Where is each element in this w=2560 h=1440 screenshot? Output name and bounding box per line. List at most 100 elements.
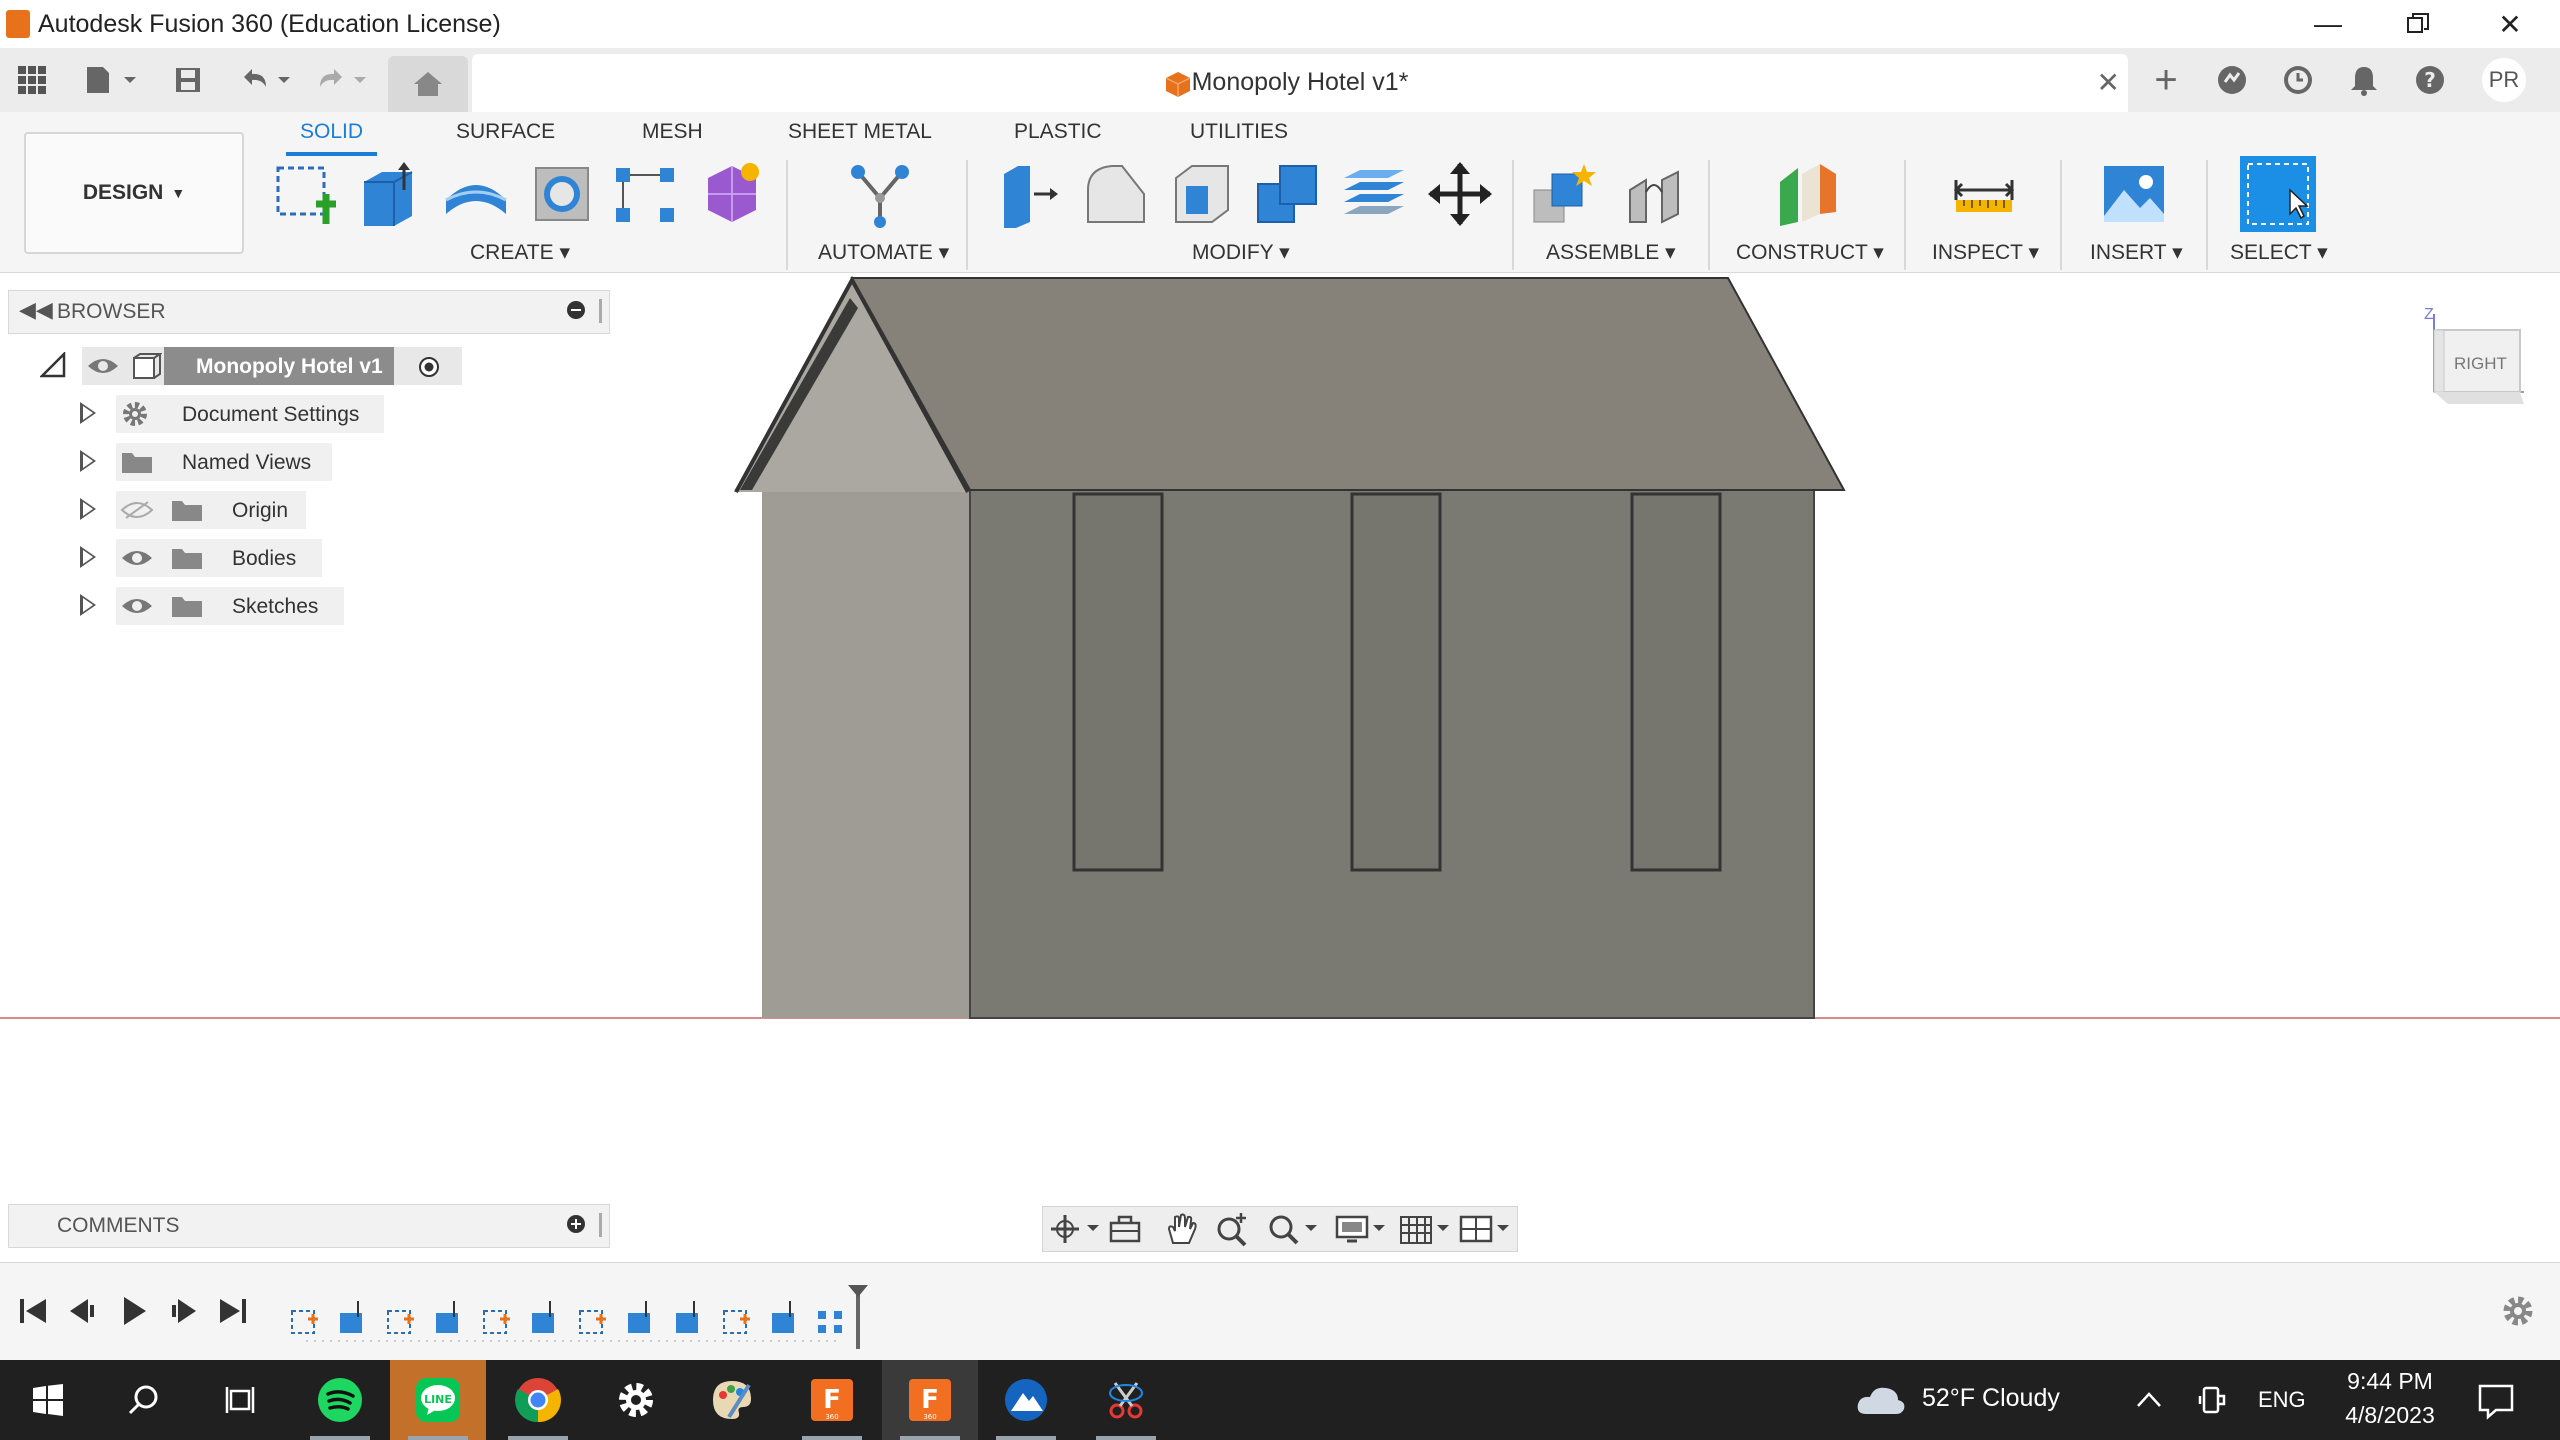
viewcube[interactable]: Z RIGHT [2424, 306, 2534, 422]
clock-date[interactable]: 4/8/2023 [2336, 1402, 2444, 1429]
visibility-eye-icon[interactable] [86, 356, 120, 376]
offset-plane-icon[interactable] [1772, 160, 1840, 228]
visibility-eye-icon[interactable] [120, 596, 154, 616]
combine-icon[interactable] [1254, 160, 1322, 228]
line-taskbar-app[interactable]: LINE [390, 1360, 486, 1440]
document-tab[interactable]: Monopoly Hotel v1* ✕ [472, 54, 2128, 112]
go-to-end-icon[interactable] [216, 1293, 252, 1329]
weather-cloud-icon[interactable] [1856, 1382, 1906, 1418]
extrude-icon[interactable] [356, 160, 424, 228]
redo-icon[interactable] [312, 60, 372, 100]
fit-window-zoom-icon[interactable] [1265, 1211, 1321, 1247]
fillet-icon[interactable] [1082, 160, 1150, 228]
collapse-browser-icon[interactable]: ◀◀ [19, 297, 53, 323]
visibility-eye-icon[interactable] [120, 548, 154, 568]
expanded-triangle-icon[interactable] [40, 352, 66, 378]
data-panel-grid-icon[interactable] [12, 60, 52, 100]
insert-image-icon[interactable] [2100, 160, 2168, 228]
inspect-group-label[interactable]: INSPECT ▾ [1932, 240, 2039, 265]
modify-group-label[interactable]: MODIFY ▾ [1192, 240, 1290, 265]
fusion-360-active-taskbar-app[interactable]: F 360 [882, 1360, 978, 1440]
select-group-label[interactable]: SELECT ▾ [2230, 240, 2328, 265]
search-button[interactable] [96, 1360, 192, 1440]
tab-utilities[interactable]: UTILITIES [1190, 120, 1288, 144]
tab-solid[interactable]: SOLID [285, 120, 378, 156]
offset-face-icon[interactable] [1340, 160, 1408, 228]
comments-panel-header[interactable]: COMMENTS [8, 1204, 610, 1248]
browser-root-row[interactable]: Monopoly Hotel v1 [82, 347, 462, 385]
browser-panel-header[interactable]: ◀◀ BROWSER [8, 290, 610, 334]
orbit-icon[interactable] [1047, 1211, 1103, 1247]
move-copy-icon[interactable] [1426, 160, 1494, 228]
user-avatar[interactable]: PR [2482, 58, 2526, 102]
close-tab-icon[interactable]: ✕ [2097, 66, 2120, 99]
input-language[interactable]: ENG [2258, 1387, 2306, 1413]
press-pull-icon[interactable] [996, 160, 1064, 228]
shell-icon[interactable] [1168, 160, 1236, 228]
job-status-clock-icon[interactable] [2278, 60, 2318, 100]
model-side-wall[interactable] [762, 490, 970, 1018]
insert-group-label[interactable]: INSERT ▾ [2090, 240, 2183, 265]
look-at-icon[interactable] [1105, 1211, 1145, 1247]
model-roof[interactable] [850, 277, 1846, 491]
undo-icon[interactable] [236, 60, 296, 100]
notifications-bell-icon[interactable] [2344, 60, 2384, 100]
grid-settings-icon[interactable] [1397, 1211, 1453, 1247]
file-menu-icon[interactable] [80, 60, 140, 100]
expand-arrow-icon[interactable] [80, 498, 96, 520]
timeline-features[interactable] [282, 1283, 882, 1353]
browser-item-sketches[interactable]: Sketches [116, 587, 344, 625]
play-icon[interactable] [116, 1293, 152, 1329]
browser-item-named-views[interactable]: Named Views [116, 443, 332, 481]
settings-taskbar-app[interactable] [588, 1360, 684, 1440]
root-component-name[interactable]: Monopoly Hotel v1 [196, 355, 383, 379]
extensions-icon[interactable] [2212, 60, 2252, 100]
minimize-button[interactable]: — [2298, 4, 2358, 44]
tab-surface[interactable]: SURFACE [456, 120, 555, 144]
hole-icon[interactable] [528, 160, 596, 228]
measure-icon[interactable] [1950, 160, 2018, 228]
add-comment-plus-icon[interactable] [567, 1215, 585, 1233]
step-forward-icon[interactable] [166, 1293, 202, 1329]
new-component-icon[interactable] [1530, 160, 1598, 228]
browser-minus-icon[interactable] [567, 301, 585, 319]
construct-group-label[interactable]: CONSTRUCT ▾ [1736, 240, 1884, 265]
timeline-settings-gear-icon[interactable] [2500, 1293, 2536, 1329]
chevron-up-icon[interactable] [2136, 1388, 2162, 1412]
close-window-button[interactable]: ✕ [2480, 4, 2540, 44]
browser-item-bodies[interactable]: Bodies [116, 539, 322, 577]
create-group-label[interactable]: CREATE ▾ [470, 240, 570, 265]
create-form-icon[interactable] [698, 160, 766, 228]
revolve-icon[interactable] [442, 160, 510, 228]
go-to-start-icon[interactable] [16, 1293, 52, 1329]
rectangular-pattern-icon[interactable] [612, 160, 680, 228]
snipping-tool-taskbar-app[interactable] [1078, 1360, 1174, 1440]
spotify-taskbar-app[interactable] [292, 1360, 388, 1440]
expand-arrow-icon[interactable] [80, 546, 96, 568]
clock-time[interactable]: 9:44 PM [2340, 1368, 2440, 1395]
browser-item-document-settings[interactable]: Document Settings [116, 395, 384, 433]
chrome-taskbar-app[interactable] [490, 1360, 586, 1440]
expand-arrow-icon[interactable] [80, 402, 96, 424]
automate-group-label[interactable]: AUTOMATE ▾ [818, 240, 949, 265]
zoom-icon[interactable] [1213, 1211, 1253, 1247]
viewports-icon[interactable] [1457, 1211, 1513, 1247]
save-icon[interactable] [168, 60, 208, 100]
hidden-eye-icon[interactable] [120, 500, 154, 520]
step-back-icon[interactable] [66, 1293, 102, 1329]
display-settings-icon[interactable] [1333, 1211, 1389, 1247]
home-tab-icon[interactable] [388, 56, 468, 112]
assemble-group-label[interactable]: ASSEMBLE ▾ [1546, 240, 1676, 265]
help-icon[interactable]: ? [2410, 60, 2450, 100]
expand-arrow-icon[interactable] [80, 594, 96, 616]
automate-icon[interactable] [846, 160, 914, 228]
tab-sheet-metal[interactable]: SHEET METAL [788, 120, 932, 144]
new-tab-plus-icon[interactable]: + [2146, 58, 2186, 102]
tab-mesh[interactable]: MESH [642, 120, 703, 144]
weather-text[interactable]: 52°F Cloudy [1922, 1384, 2060, 1413]
3d-viewport[interactable] [0, 272, 2560, 1202]
start-button[interactable] [0, 1360, 96, 1440]
joint-icon[interactable] [1620, 160, 1688, 228]
workspace-switcher-button[interactable]: DESIGN ▼ [24, 132, 244, 254]
network-device-icon[interactable] [2198, 1384, 2228, 1416]
